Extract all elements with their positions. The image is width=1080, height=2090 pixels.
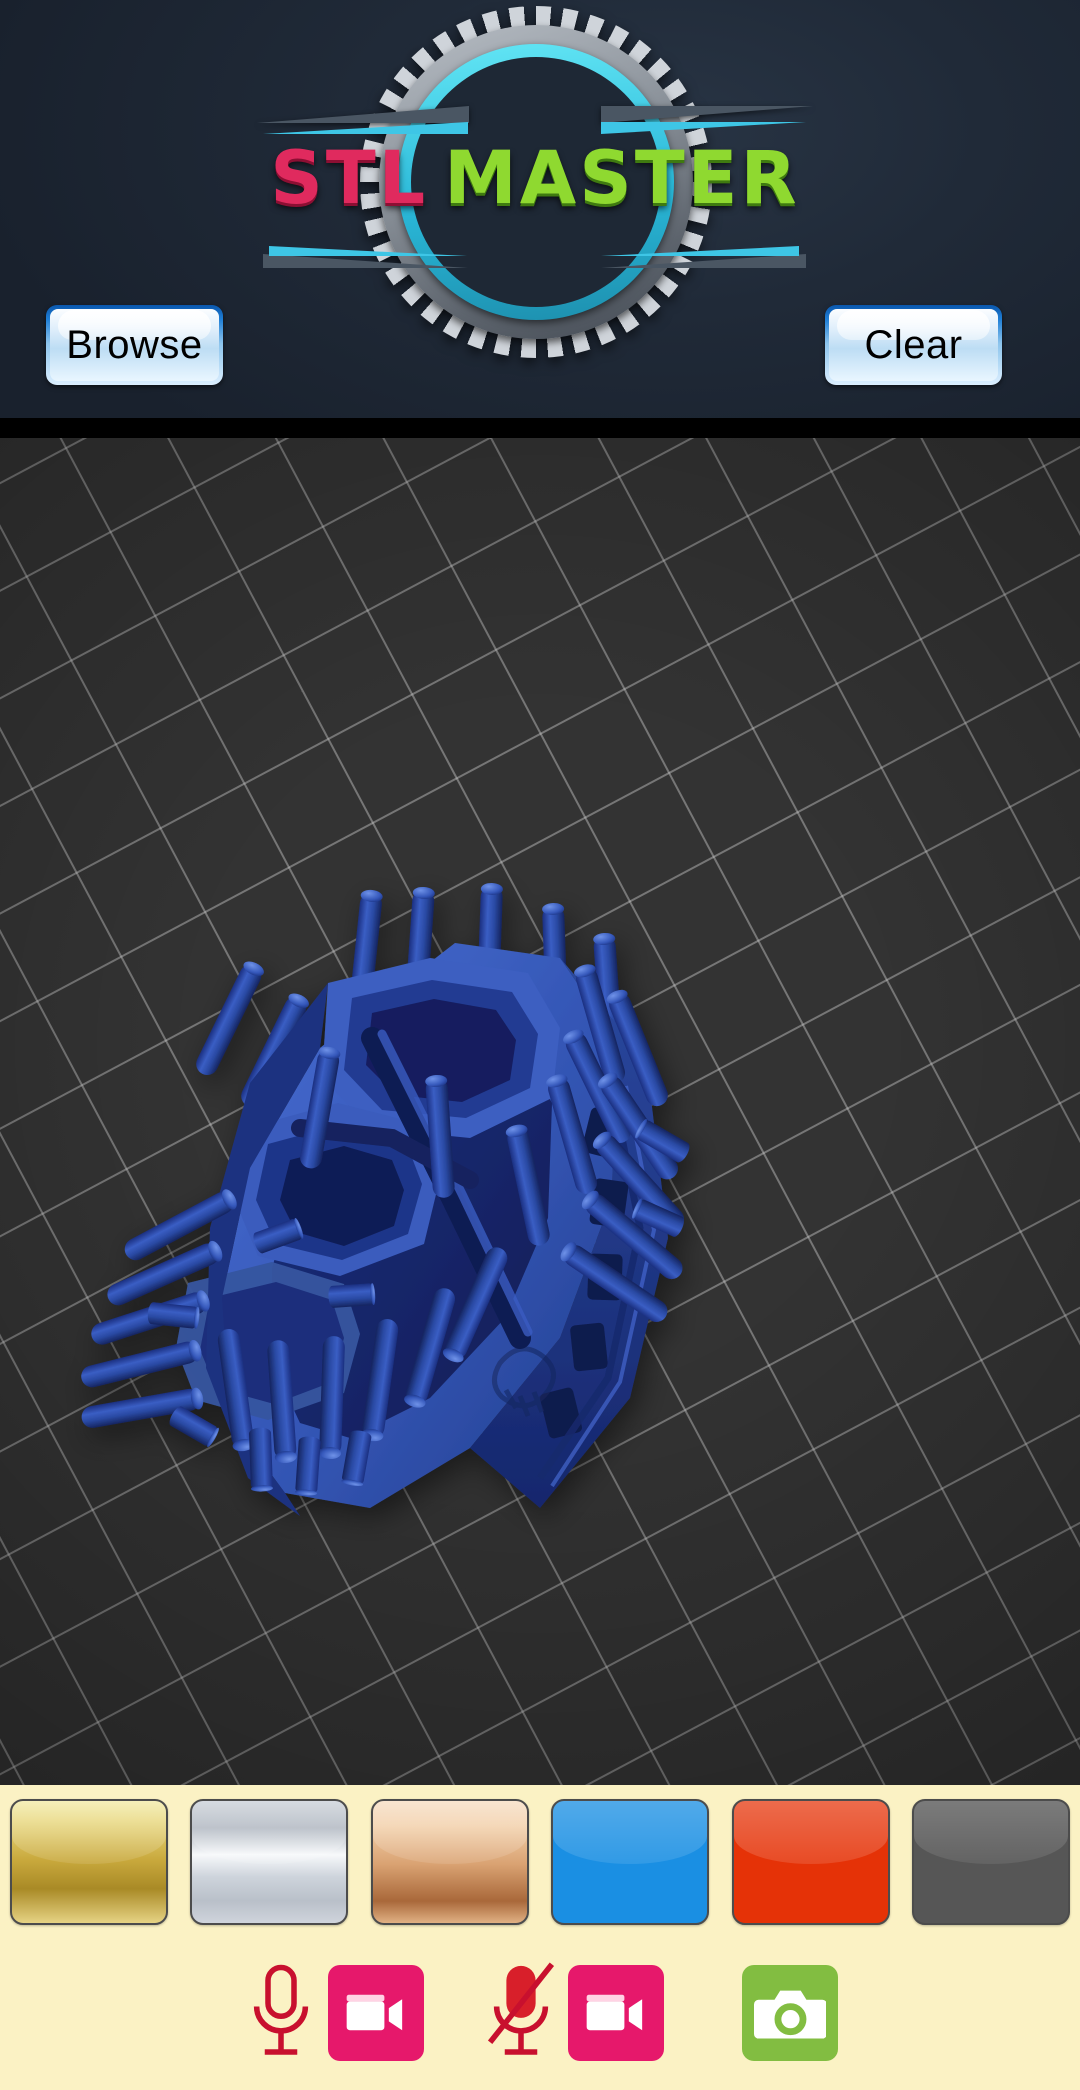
swoosh-bottom-left-gray xyxy=(263,254,468,268)
clear-button-label: Clear xyxy=(864,322,963,367)
swoosh-bottom-right-gray xyxy=(601,254,806,268)
stl-model-render[interactable] xyxy=(0,438,1080,1785)
swoosh-right-gray xyxy=(601,106,813,123)
video-record-button[interactable] xyxy=(328,1965,424,2061)
swatch-gloss xyxy=(553,1801,708,1865)
swatch-red[interactable] xyxy=(731,1799,890,1925)
app-logo: STL MASTER xyxy=(255,2,815,412)
browse-button-label: Browse xyxy=(66,322,203,367)
swatch-silver[interactable] xyxy=(190,1799,349,1925)
camera-icon xyxy=(753,1990,827,2039)
video-camera-icon xyxy=(347,1995,403,2031)
screenshot-button[interactable] xyxy=(742,1965,838,2061)
browse-button-face: Browse xyxy=(50,309,219,381)
app-title-part-master: MASTER xyxy=(444,136,800,221)
swatch-gold[interactable] xyxy=(10,1799,168,1925)
clear-button-face: Clear xyxy=(829,309,998,381)
swoosh-bottom-left-cyan xyxy=(269,246,467,256)
swoosh-bottom-right-cyan xyxy=(601,246,799,256)
screenshot-button-bg xyxy=(742,1965,838,2061)
browse-button[interactable]: Browse xyxy=(46,305,223,385)
swatch-gloss xyxy=(372,1801,527,1865)
app-title: STL MASTER xyxy=(255,142,815,215)
video-record-muted-button-bg xyxy=(568,1965,664,2061)
clear-button[interactable]: Clear xyxy=(825,305,1002,385)
microphone-glyph xyxy=(253,1964,309,2055)
swatch-copper[interactable] xyxy=(370,1799,529,1925)
swatch-gloss xyxy=(913,1801,1068,1865)
video-camera-icon xyxy=(587,1995,643,2031)
microphone-icon[interactable] xyxy=(242,1961,320,2065)
microphone-off-icon[interactable] xyxy=(482,1961,560,2065)
app-header: STL MASTER Browse Clear xyxy=(0,0,1080,432)
swatch-blue[interactable] xyxy=(551,1799,710,1925)
swatch-gloss xyxy=(192,1801,347,1865)
material-swatch-row xyxy=(0,1799,1080,1929)
swatch-gloss xyxy=(12,1801,166,1865)
swatch-gloss xyxy=(733,1801,888,1865)
action-button-row xyxy=(0,1953,1080,2073)
app-title-part-stl: STL xyxy=(270,136,429,221)
microphone-off-glyph xyxy=(487,1962,555,2055)
header-divider xyxy=(0,418,1080,432)
swoosh-left-cyan xyxy=(263,122,468,134)
swoosh-right-cyan xyxy=(601,122,806,134)
swatch-gray[interactable] xyxy=(911,1799,1070,1925)
video-record-button-bg xyxy=(328,1965,424,2061)
stl-master-app: STL MASTER Browse Clear xyxy=(0,0,1080,2090)
model-viewport[interactable] xyxy=(0,438,1080,1785)
bottom-toolbar xyxy=(0,1785,1080,2090)
swoosh-left-gray xyxy=(257,106,469,123)
video-record-muted-button[interactable] xyxy=(568,1965,664,2061)
